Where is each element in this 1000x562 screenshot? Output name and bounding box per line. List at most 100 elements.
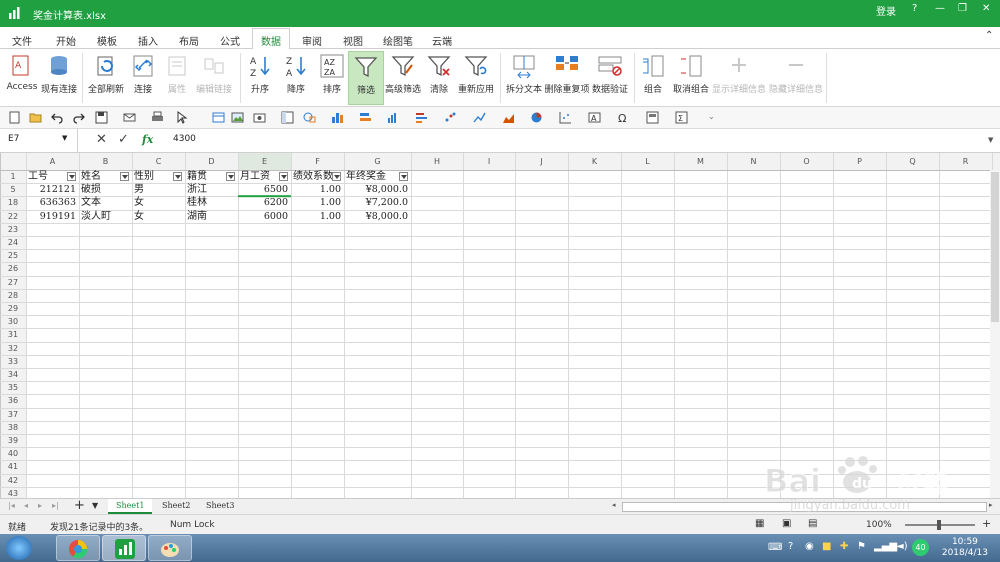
undo-icon[interactable] [51,111,64,124]
page-break-icon[interactable]: ▤ [808,518,817,529]
sheet-list-icon[interactable]: ▼ [92,501,98,510]
table-header-cell[interactable]: 月工资 [240,170,279,183]
table-header-cell[interactable]: 姓名 [81,170,120,183]
tray-keyboard-icon[interactable]: ⌨ [768,542,782,553]
data-validation-button[interactable]: 数据验证 [590,53,630,95]
redo-icon[interactable] [72,111,85,124]
tray-network-icon[interactable]: ▂▄▆ [874,541,897,552]
bar-chart-icon[interactable] [331,111,344,124]
column-header[interactable]: P [833,156,886,168]
table-cell[interactable]: 6500 [240,183,288,196]
tray-help-icon[interactable]: ? [788,541,793,552]
function-icon[interactable]: fx [142,133,153,146]
access-button[interactable]: A Access [6,53,38,92]
tab-cloud[interactable]: 云端 [432,33,452,48]
prev-sheet-icon[interactable]: ◂ [24,501,28,510]
row-header[interactable]: 27 [0,277,26,289]
scatter-plot-icon[interactable] [559,111,572,124]
row-header[interactable]: 18 [0,197,26,209]
close-icon[interactable]: ✕ [982,3,990,14]
next-sheet-icon[interactable]: ▸ [38,501,42,510]
restore-icon[interactable]: ❐ [958,3,967,14]
sort-descending-button[interactable]: Z A 降序 [282,53,310,95]
row-header[interactable]: 42 [0,475,26,487]
tray-flag-icon[interactable]: ⚑ [857,541,866,552]
advanced-filter-button[interactable]: 高级筛选 [384,53,422,95]
pie-chart-icon[interactable] [530,111,543,124]
tray-security-icon[interactable]: ◉ [805,541,814,552]
table-cell[interactable]: 女 [134,210,182,223]
start-button[interactable] [6,536,32,560]
row-header[interactable]: 23 [0,224,26,236]
connections-button[interactable]: 连接 [128,53,158,95]
tab-data[interactable]: 数据 [252,28,290,50]
reapply-button[interactable]: 重新应用 [456,53,496,95]
row-header[interactable]: 31 [0,329,26,341]
filter-dropdown-button[interactable] [67,172,76,181]
open-folder-icon[interactable] [29,111,42,124]
table-cell[interactable]: 636363 [28,196,76,209]
row-header[interactable]: 34 [0,369,26,381]
hide-detail-button[interactable]: 隐藏详细信息 [768,53,824,95]
normal-view-icon[interactable]: ▦ [755,518,764,529]
login-button[interactable]: 登录 [876,3,896,18]
name-box[interactable]: E7 ▼ [0,129,78,152]
system-clock[interactable]: 10:59 2018/4/13 [942,537,988,559]
sum-icon[interactable]: Σ [675,111,688,124]
sort-button[interactable]: AZ ZA 排序 [318,53,346,95]
zoom-slider-handle[interactable] [937,520,941,530]
table-cell[interactable]: 桂林 [187,196,235,209]
filter-dropdown-button[interactable] [332,172,341,181]
table-cell[interactable]: 6000 [240,210,288,223]
table-header-cell[interactable]: 绩效系数 [293,170,332,183]
sort-ascending-button[interactable]: A Z 升序 [246,53,274,95]
align-icon[interactable] [359,111,372,124]
sheet-tab-sheet1[interactable]: Sheet1 [108,499,153,514]
tab-insert[interactable]: 插入 [138,33,158,48]
tab-templates[interactable]: 模板 [97,33,117,48]
column-header[interactable]: C [132,156,185,168]
table-cell[interactable]: 1.00 [293,196,341,209]
screenshot-icon[interactable] [253,111,266,124]
expand-formula-icon[interactable]: ▼ [988,136,993,144]
row-header[interactable]: 32 [0,343,26,355]
table-header-cell[interactable]: 籍贯 [187,170,226,183]
line-chart-icon[interactable] [473,111,486,124]
pivot-table-icon[interactable] [281,111,294,124]
table-cell[interactable]: 6200 [240,196,288,209]
area-chart-icon[interactable] [502,111,515,124]
table-cell[interactable]: ¥7,200.0 [346,196,408,209]
column-header[interactable]: A [26,156,79,168]
filter-dropdown-button[interactable] [399,172,408,181]
column-header[interactable]: K [568,156,621,168]
row-header[interactable]: 5 [0,184,26,196]
table-cell[interactable]: 破损 [81,183,129,196]
row-header[interactable]: 40 [0,448,26,460]
table-cell[interactable]: 男 [134,183,182,196]
row-header[interactable]: 30 [0,316,26,328]
row-header[interactable]: 33 [0,356,26,368]
customize-toolbar-icon[interactable]: ⌄ [708,112,715,121]
column-chart-icon[interactable] [387,111,400,124]
table-header-cell[interactable]: 年终奖金 [346,170,399,183]
table-cell[interactable]: ¥8,000.0 [346,210,408,223]
table-cell[interactable]: 文本 [81,196,129,209]
table-cell[interactable]: 919191 [28,210,76,223]
row-header[interactable]: 26 [0,263,26,275]
filter-dropdown-button[interactable] [226,172,235,181]
row-header[interactable]: 39 [0,435,26,447]
table-header-cell[interactable]: 性别 [134,170,173,183]
last-sheet-icon[interactable]: ▸| [52,501,59,510]
symbol-icon[interactable]: Ω [617,111,630,124]
sheet-tab-sheet3[interactable]: Sheet3 [198,499,242,514]
column-header[interactable]: J [515,156,568,168]
tray-qq-icon[interactable]: ✚ [840,541,848,552]
table-cell[interactable]: 湖南 [187,210,235,223]
column-header[interactable]: D [185,156,238,168]
page-layout-icon[interactable]: ▣ [782,518,791,529]
row-header[interactable]: 43 [0,488,26,498]
table-cell[interactable]: 1.00 [293,183,341,196]
filter-dropdown-button[interactable] [173,172,182,181]
text-to-columns-button[interactable]: 拆分文本 [504,53,544,95]
zoom-in-icon[interactable]: + [982,517,991,530]
